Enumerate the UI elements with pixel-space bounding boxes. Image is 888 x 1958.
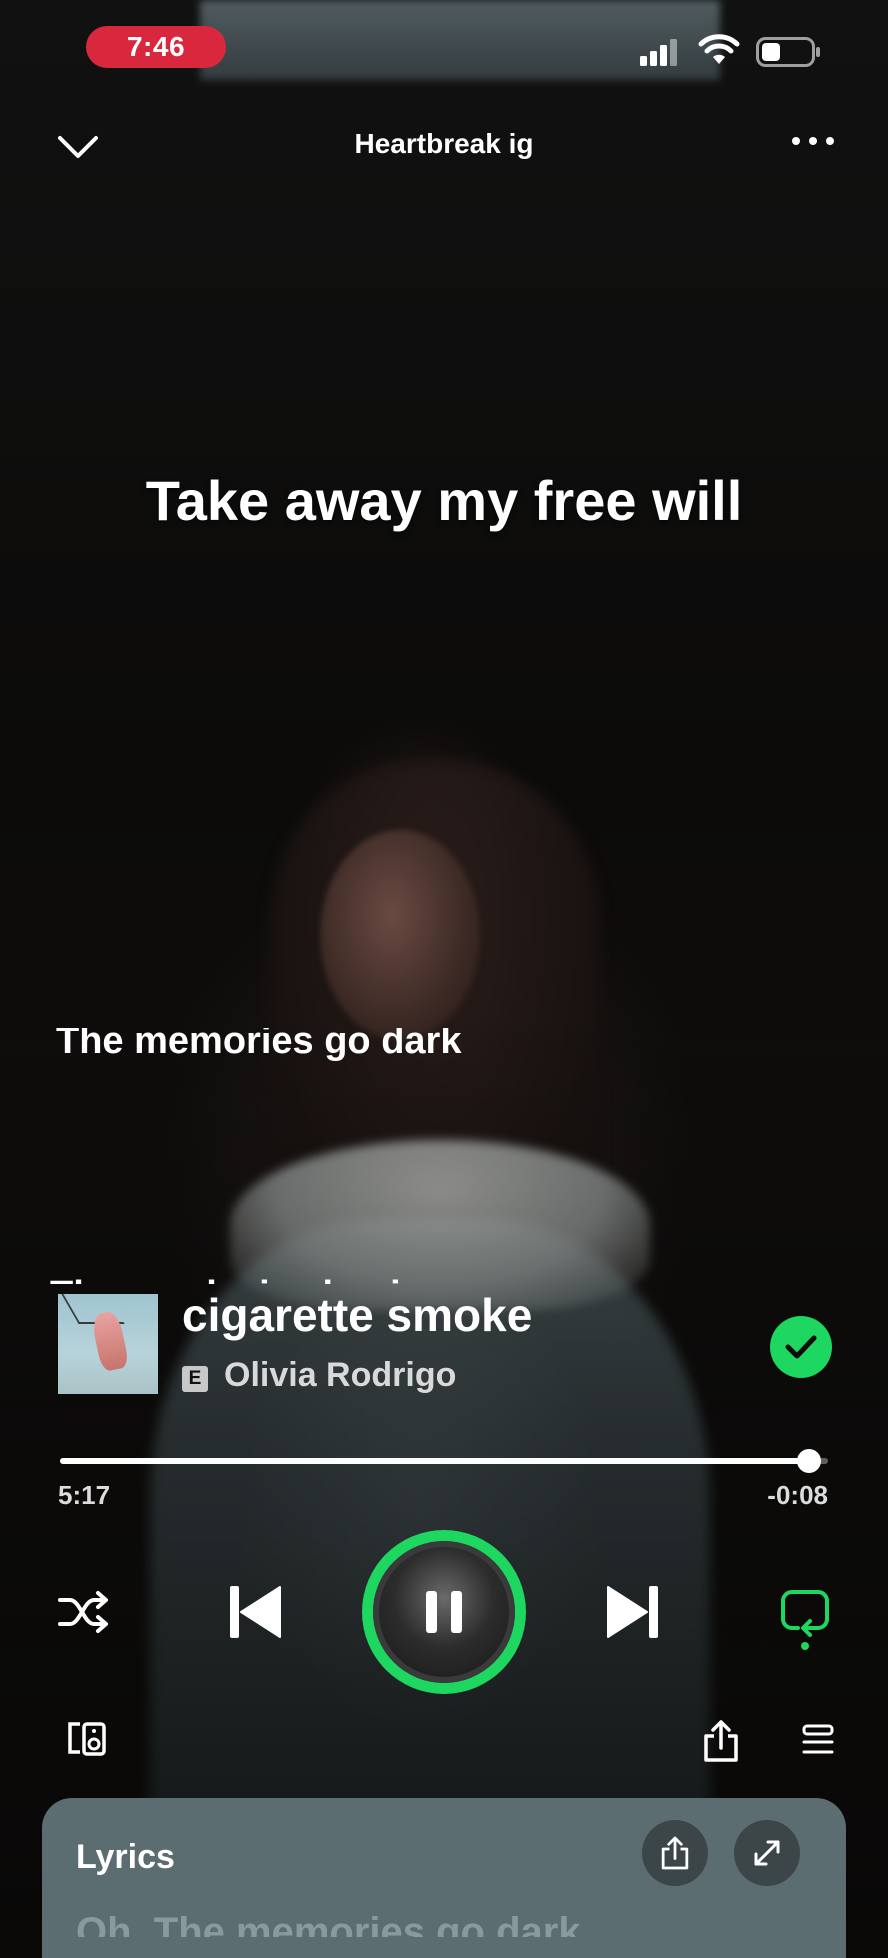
lyrics-card-preview: Oh, The memories go dark	[76, 1910, 581, 1954]
song-title[interactable]: cigarette smoke	[182, 1288, 532, 1342]
pause-button[interactable]	[362, 1530, 526, 1694]
lyrics-card[interactable]: Lyrics Oh, The memories go dark	[42, 1798, 846, 1958]
saved-button[interactable]	[770, 1316, 832, 1378]
explicit-badge: E	[182, 1366, 208, 1392]
expand-icon	[754, 1840, 780, 1866]
battery-icon	[756, 37, 820, 67]
artist-name[interactable]: Olivia Rodrigo	[224, 1356, 456, 1395]
time-remaining: -0:08	[767, 1480, 828, 1510]
lyrics-expand-button[interactable]	[734, 1820, 800, 1886]
upcoming-lyric-line: The smoke is clearing	[50, 1276, 490, 1284]
current-lyric-line: Take away my free will	[145, 469, 743, 532]
album-art[interactable]	[58, 1294, 158, 1394]
cellular-signal-icon	[640, 39, 677, 66]
previous-icon[interactable]	[228, 1584, 282, 1640]
more-icon[interactable]	[790, 134, 836, 148]
checkmark-icon	[785, 1335, 817, 1359]
wifi-icon	[698, 34, 740, 64]
pause-icon	[426, 1591, 462, 1633]
playlist-title: Heartbreak ig	[354, 128, 534, 159]
repeat-icon[interactable]	[780, 1588, 830, 1650]
progress-bar[interactable]	[60, 1449, 828, 1473]
progress-thumb[interactable]	[796, 1449, 821, 1473]
time-elapsed: 5:17	[58, 1480, 111, 1510]
devices-icon[interactable]	[66, 1720, 108, 1758]
status-time: 7:46	[86, 26, 226, 68]
queue-icon[interactable]	[802, 1724, 834, 1756]
lyrics-card-title: Lyrics	[76, 1838, 175, 1876]
lyrics-share-button[interactable]	[642, 1820, 708, 1886]
upcoming-lyric-text: The smoke is clearing	[50, 1276, 490, 1284]
shuffle-icon[interactable]	[58, 1590, 110, 1634]
pause-button-face	[373, 1541, 515, 1683]
next-icon[interactable]	[606, 1584, 660, 1640]
album-art-figure	[90, 1309, 130, 1373]
share-icon[interactable]	[702, 1720, 740, 1762]
share-icon	[661, 1836, 689, 1870]
progress-fill	[60, 1458, 809, 1464]
